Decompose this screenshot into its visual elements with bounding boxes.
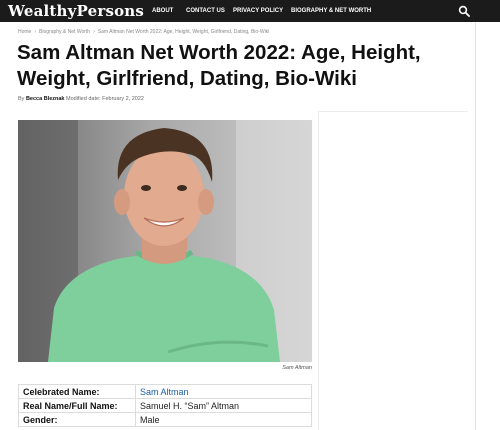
portrait-illustration bbox=[18, 120, 312, 362]
table-row: Real Name/Full Name: Samuel H. “Sam” Alt… bbox=[18, 398, 312, 413]
breadcrumb-separator-icon: › bbox=[34, 29, 37, 35]
nav-contact-us[interactable]: CONTACT US bbox=[186, 0, 225, 22]
image-caption: Sam Altman bbox=[282, 365, 312, 371]
modified-date: Modified date: February 2, 2022 bbox=[66, 96, 144, 102]
site-logo[interactable]: WealthyPersons bbox=[8, 2, 144, 20]
search-icon[interactable] bbox=[458, 5, 470, 17]
top-navigation-bar: WealthyPersons ABOUT CONTACT US PRIVACY … bbox=[0, 0, 500, 22]
featured-image bbox=[18, 120, 312, 362]
sidebar-widget-area bbox=[318, 111, 468, 430]
nav-about[interactable]: ABOUT bbox=[152, 0, 173, 22]
full-name-value: Samuel H. “Sam” Altman bbox=[135, 398, 312, 413]
breadcrumb: Home › Biography & Net Worth › Sam Altman Ne… bbox=[18, 29, 269, 35]
author-link[interactable]: Becca Bleznak bbox=[26, 96, 65, 102]
gender-value: Male bbox=[135, 412, 312, 427]
byline-prefix: By bbox=[18, 96, 25, 102]
nav-privacy-policy[interactable]: PRIVACY POLICY bbox=[233, 0, 283, 22]
table-row: Celebrated Name: Sam Altman bbox=[18, 384, 312, 399]
breadcrumb-current: Sam Altman Net Worth 2022: Age, Height, … bbox=[97, 29, 270, 35]
breadcrumb-category[interactable]: Biography & Net Worth bbox=[39, 29, 90, 35]
nav-biography-net-worth[interactable]: BIOGRAPHY & NET WORTH bbox=[291, 0, 371, 22]
breadcrumb-home[interactable]: Home bbox=[18, 29, 31, 35]
celebrated-name-label: Celebrated Name: bbox=[18, 384, 136, 399]
celebrated-name-link[interactable]: Sam Altman bbox=[135, 384, 312, 399]
table-row: Gender: Male bbox=[18, 412, 312, 427]
page-right-divider bbox=[475, 22, 476, 430]
full-name-label: Real Name/Full Name: bbox=[18, 398, 136, 413]
article-title: Sam Altman Net Worth 2022: Age, Height, … bbox=[17, 41, 421, 90]
breadcrumb-separator-icon: › bbox=[93, 29, 95, 35]
article-byline: By Becca Bleznak Modified date: February… bbox=[18, 96, 144, 102]
gender-label: Gender: bbox=[18, 412, 136, 427]
bio-info-table: Celebrated Name: Sam Altman Real Name/Fu… bbox=[18, 384, 312, 427]
